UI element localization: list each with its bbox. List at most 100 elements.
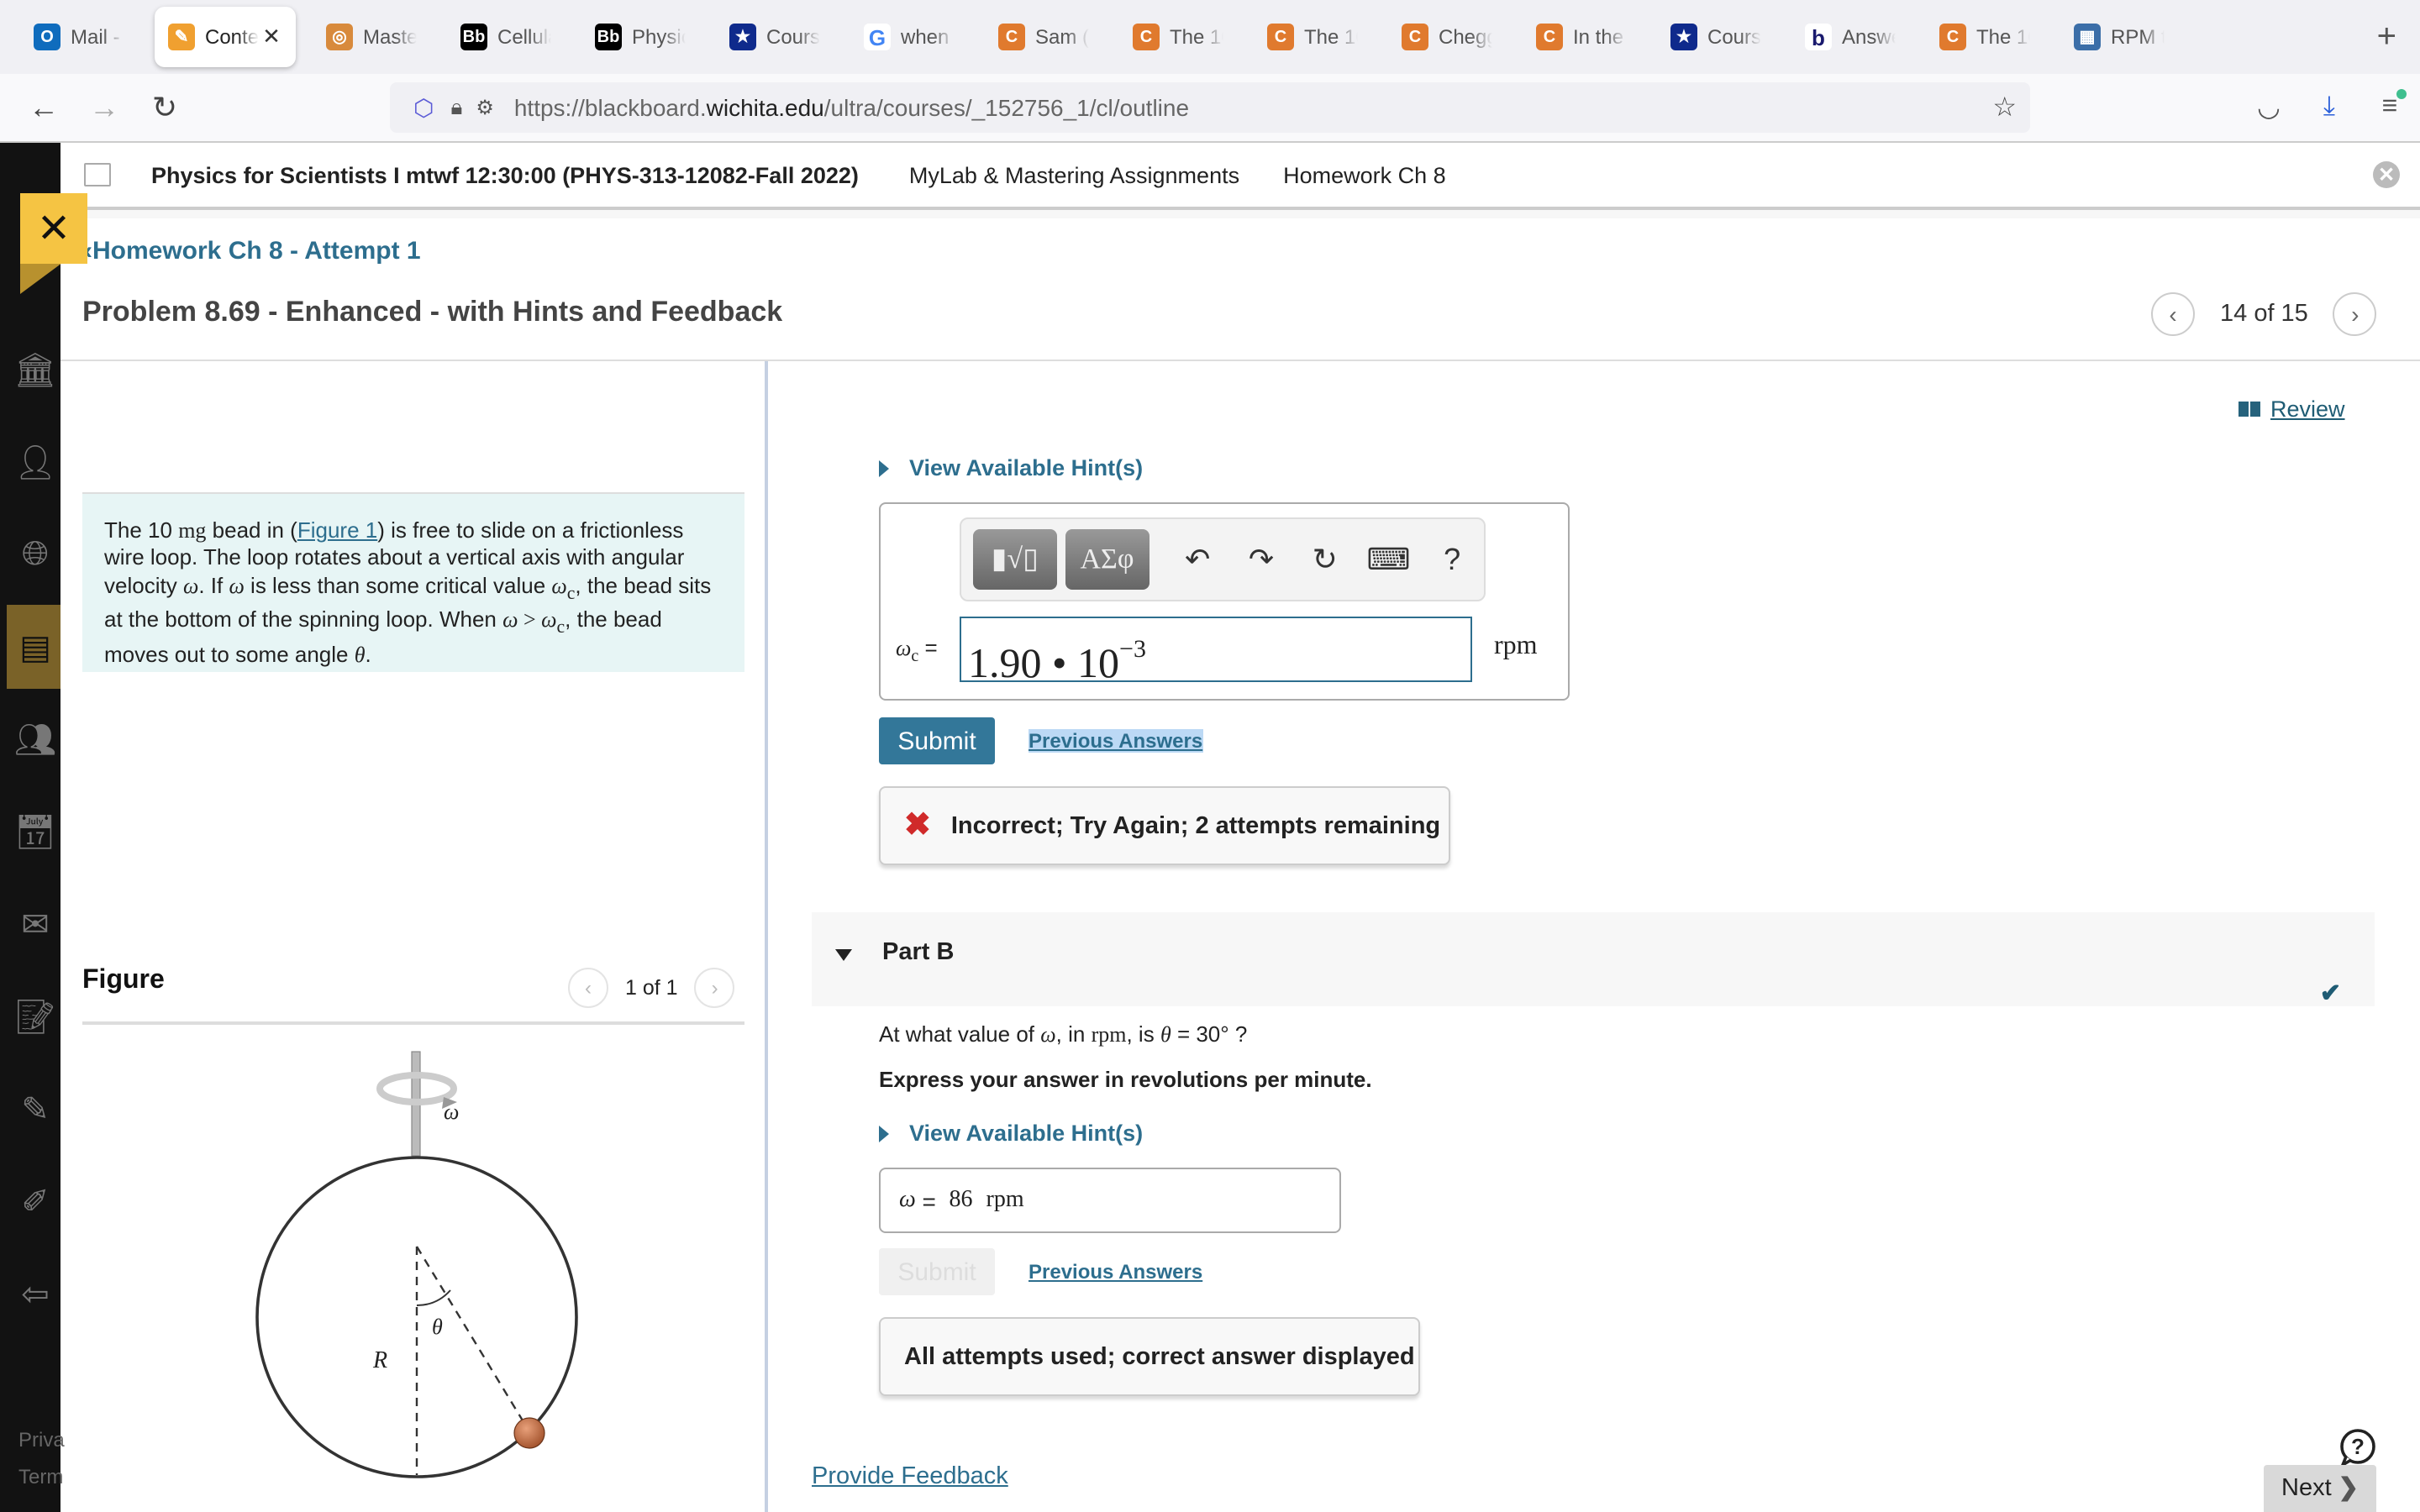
redo-icon[interactable]: ↷ (1229, 542, 1293, 577)
hint-label: View Available Hint(s) (909, 455, 1144, 480)
close-panel-button[interactable]: ✕ (20, 193, 87, 264)
pane-divider[interactable] (765, 361, 768, 1512)
part-b-submit-button[interactable]: Submit (879, 1248, 995, 1295)
browser-tab[interactable]: C The 10 m (1254, 7, 1371, 67)
undo-icon[interactable]: ↶ (1165, 542, 1229, 577)
next-figure-button[interactable]: › (694, 968, 735, 1008)
answer-exponent: −3 (1119, 637, 1146, 664)
lock-icon[interactable]: 🔒︎ (450, 94, 462, 121)
organizations-icon[interactable]: 👥︎ (13, 717, 57, 761)
caret-right-icon (879, 459, 889, 476)
browser-tab[interactable]: C Chegg S (1388, 7, 1506, 67)
tools-icon[interactable]: ✎ (13, 1087, 57, 1131)
review-link[interactable]: Review (2238, 396, 2345, 422)
forward-icon[interactable]: → (81, 84, 128, 131)
browser-tab-strip: O Mail - Ha ✎ Conte✕ ◎ Masterin Bb Cellular Bb Ph… (0, 0, 2420, 74)
greek-symbols-button[interactable]: ΑΣφ (1065, 529, 1150, 590)
download-icon[interactable]: ⤓ (2299, 92, 2360, 123)
tab-title: Masterin (363, 25, 417, 49)
caret-down-icon (835, 949, 852, 961)
reload-icon[interactable]: ↻ (141, 84, 188, 131)
browser-tab[interactable]: ✎ Conte ✕ (155, 7, 296, 67)
previous-figure-button[interactable]: ‹ (568, 968, 608, 1008)
part-a-submit-button[interactable]: Submit (879, 717, 995, 764)
browser-tab[interactable]: ◎ Masterin (313, 7, 430, 67)
reset-icon[interactable]: ↻ (1293, 542, 1357, 577)
browser-tab[interactable]: C The 10 (1119, 7, 1237, 67)
bookmark-star-icon[interactable]: ☆ (1992, 91, 2017, 124)
equals-sign: = (918, 635, 938, 660)
figure-title: Figure (82, 966, 165, 995)
chegg-icon: C (1267, 24, 1294, 50)
radius-label: R (372, 1347, 387, 1373)
url-bar[interactable]: ⬡ 🔒︎ ⚙︎ https://blackboard.wichita.edu/u… (390, 82, 2030, 133)
browser-tab[interactable]: Bb Cellular (447, 7, 565, 67)
close-tab-icon[interactable]: ✕ (262, 24, 281, 50)
flag-fold (20, 260, 66, 294)
omega-symbol: ω (1040, 1021, 1056, 1047)
breadcrumb-mylab[interactable]: MyLab & Mastering Assignments (909, 162, 1239, 187)
permissions-icon[interactable]: ⚙︎ (476, 96, 494, 119)
breadcrumb-homework[interactable]: Homework Ch 8 (1283, 162, 1446, 187)
browser-tab[interactable]: C In the ab (1523, 7, 1640, 67)
part-a-hints-toggle[interactable]: View Available Hint(s) (879, 455, 1143, 480)
tab-title: Cellular (497, 25, 551, 49)
text-seg: At what value of (879, 1021, 1041, 1047)
part-b-feedback: All attempts used; correct answer displa… (879, 1317, 1420, 1396)
next-button[interactable]: Next ❯ (2264, 1465, 2376, 1512)
messages-icon[interactable]: ✉ (13, 902, 57, 946)
profile-icon[interactable]: 👤︎ (13, 440, 57, 484)
help-chat-icon[interactable]: ? (2336, 1428, 2376, 1468)
browser-tab[interactable]: ▦ RPM to (2060, 7, 2178, 67)
edit-icon[interactable]: ✐ (13, 1179, 57, 1223)
privacy-link[interactable]: Priva (18, 1428, 65, 1452)
globe-icon[interactable]: 🌐︎ (13, 533, 57, 576)
browser-tab[interactable]: Gwhen th (850, 7, 968, 67)
part-b-previous-answers-link[interactable]: Previous Answers (1028, 1260, 1202, 1284)
browser-tab[interactable]: O Mail - Ha (20, 7, 138, 67)
next-problem-button[interactable]: › (2333, 292, 2377, 336)
calendar-icon[interactable]: 📅︎ (13, 810, 57, 853)
back-icon[interactable]: ← (20, 84, 67, 131)
part-a-previous-answers-link[interactable]: Previous Answers (1028, 729, 1203, 753)
part-b-header[interactable]: Part B ✔ (812, 912, 2375, 1008)
new-tab-button[interactable]: + (2377, 18, 2396, 56)
course-title[interactable]: Physics for Scientists I mtwf 12:30:00 (… (151, 162, 859, 187)
back-to-assignment-link[interactable]: ‹Homework Ch 8 - Attempt 1 (84, 237, 421, 265)
previous-problem-button[interactable]: ‹ (2151, 292, 2195, 336)
browser-tab[interactable]: ★ Course (1657, 7, 1775, 67)
figure-position: 1 of 1 (625, 976, 678, 1000)
tracking-shield-icon[interactable]: ⬡ (413, 93, 434, 122)
omega-symbol: ω (182, 572, 199, 598)
app-menu-icon[interactable]: ≡ (2360, 89, 2420, 123)
provide-feedback-link[interactable]: Provide Feedback (812, 1463, 1008, 1490)
keyboard-icon[interactable]: ⌨ (1357, 542, 1421, 577)
url-text[interactable]: https://blackboard.wichita.edu/ultra/cou… (514, 94, 1189, 121)
text-seg: . (365, 642, 371, 668)
pocket-icon[interactable]: ◡ (2238, 91, 2299, 124)
figure-link[interactable]: Figure 1 (297, 517, 377, 543)
theta-arc (416, 1289, 451, 1306)
close-content-icon[interactable]: ✕ (2373, 161, 2400, 188)
part-b-hints-toggle[interactable]: View Available Hint(s) (879, 1121, 1143, 1146)
bead-loop-figure: ω θ R (255, 1051, 578, 1478)
browser-tab[interactable]: b Answere (1791, 7, 1909, 67)
mass-unit: mg (178, 517, 207, 543)
part-a-answer-input[interactable]: 1.90 • 10−3 (960, 617, 1472, 687)
institution-icon[interactable]: 🏛︎ (13, 348, 57, 391)
browser-tab[interactable]: C Sam (85 (985, 7, 1102, 67)
terms-link[interactable]: Term (18, 1465, 63, 1488)
browser-tab[interactable]: Bb Physics (581, 7, 699, 67)
courses-icon[interactable]: ▤ (13, 625, 57, 669)
bartleby-icon: b (1805, 24, 1832, 50)
grades-icon[interactable]: 📝︎ (13, 995, 57, 1038)
figure-pager: ‹ 1 of 1 › (568, 968, 735, 1008)
templates-button[interactable]: ▮√▯ (973, 529, 1057, 590)
browser-tab[interactable]: C The 10 m (1926, 7, 2044, 67)
text-seg: = 30° ? (1171, 1021, 1248, 1047)
browser-tab[interactable]: ★ Course (716, 7, 834, 67)
problem-pager: ‹ 14 of 15 › (2151, 292, 2377, 336)
help-icon[interactable]: ? (1420, 542, 1484, 577)
chegg-icon: C (1939, 24, 1966, 50)
sign-out-icon[interactable]: ⇦ (13, 1272, 57, 1315)
